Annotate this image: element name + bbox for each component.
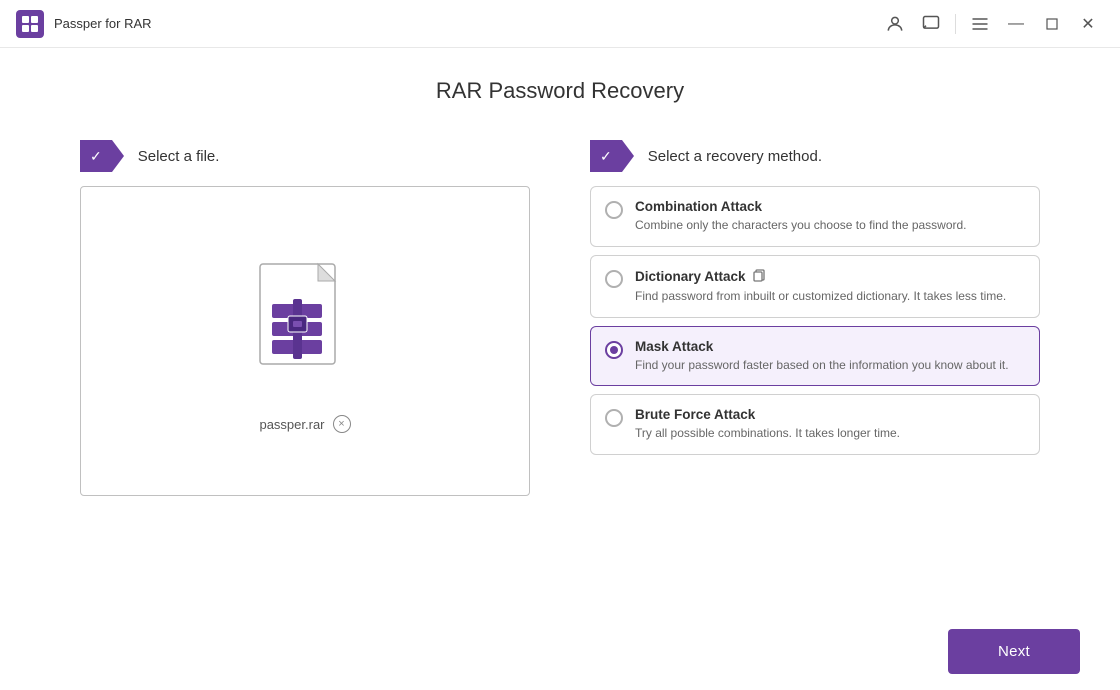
menu-icon-btn[interactable] — [964, 8, 996, 40]
method-cards: Combination Attack Combine only the char… — [590, 186, 1040, 455]
title-bar-left: Passper for RAR — [16, 10, 152, 38]
check-icon-method: ✓ — [600, 148, 612, 165]
radio-dictionary[interactable] — [605, 270, 623, 288]
method-name-mask: Mask Attack — [635, 339, 1025, 354]
remove-file-btn[interactable]: × — [333, 415, 351, 433]
select-method-label: Select a recovery method. — [648, 148, 822, 165]
app-title: Passper for RAR — [54, 16, 152, 31]
next-button[interactable]: Next — [948, 629, 1080, 674]
select-method-header: ✓ Select a recovery method. — [590, 140, 1040, 172]
select-file-header: ✓ Select a file. — [80, 140, 530, 172]
method-text-bruteforce: Brute Force Attack Try all possible comb… — [635, 407, 1025, 442]
radio-mask[interactable] — [605, 341, 623, 359]
method-name-combination: Combination Attack — [635, 199, 1025, 214]
file-name: passper.rar — [259, 417, 324, 432]
method-card-combination[interactable]: Combination Attack Combine only the char… — [590, 186, 1040, 247]
select-file-label: Select a file. — [138, 148, 220, 165]
file-name-row: passper.rar × — [259, 415, 350, 433]
method-card-dictionary[interactable]: Dictionary Attack Find password from inb… — [590, 255, 1040, 318]
method-card-bruteforce[interactable]: Brute Force Attack Try all possible comb… — [590, 394, 1040, 455]
method-desc-dictionary: Find password from inbuilt or customized… — [635, 288, 1025, 305]
main-content: RAR Password Recovery ✓ Select a file. — [0, 48, 1120, 613]
method-desc-mask: Find your password faster based on the i… — [635, 357, 1025, 374]
rar-icon-container — [250, 259, 360, 399]
step-badge-file: ✓ — [80, 140, 112, 172]
method-name-dictionary: Dictionary Attack — [635, 268, 1025, 285]
dictionary-copy-icon — [752, 268, 766, 285]
file-drop-area[interactable]: passper.rar × — [80, 186, 530, 496]
page-title: RAR Password Recovery — [436, 78, 684, 104]
maximize-btn[interactable] — [1036, 8, 1068, 40]
method-text-mask: Mask Attack Find your password faster ba… — [635, 339, 1025, 374]
method-text-combination: Combination Attack Combine only the char… — [635, 199, 1025, 234]
method-name-bruteforce: Brute Force Attack — [635, 407, 1025, 422]
step-badge-method: ✓ — [590, 140, 622, 172]
columns: ✓ Select a file. — [80, 140, 1040, 496]
method-desc-combination: Combine only the characters you choose t… — [635, 217, 1025, 234]
radio-combination[interactable] — [605, 201, 623, 219]
bottom-bar: Next — [0, 613, 1120, 690]
divider — [955, 14, 956, 34]
method-desc-bruteforce: Try all possible combinations. It takes … — [635, 425, 1025, 442]
close-btn[interactable]: ✕ — [1072, 8, 1104, 40]
rar-file-icon — [250, 259, 360, 399]
method-text-dictionary: Dictionary Attack Find password from inb… — [635, 268, 1025, 305]
title-bar: Passper for RAR — — [0, 0, 1120, 48]
minimize-btn[interactable]: — — [1000, 8, 1032, 40]
check-icon-file: ✓ — [90, 148, 102, 165]
app-logo — [16, 10, 44, 38]
left-column: ✓ Select a file. — [80, 140, 530, 496]
radio-bruteforce[interactable] — [605, 409, 623, 427]
title-bar-controls: — ✕ — [879, 8, 1104, 40]
method-card-mask[interactable]: Mask Attack Find your password faster ba… — [590, 326, 1040, 387]
right-column: ✓ Select a recovery method. Combination … — [590, 140, 1040, 496]
user-icon-btn[interactable] — [879, 8, 911, 40]
chat-icon-btn[interactable] — [915, 8, 947, 40]
